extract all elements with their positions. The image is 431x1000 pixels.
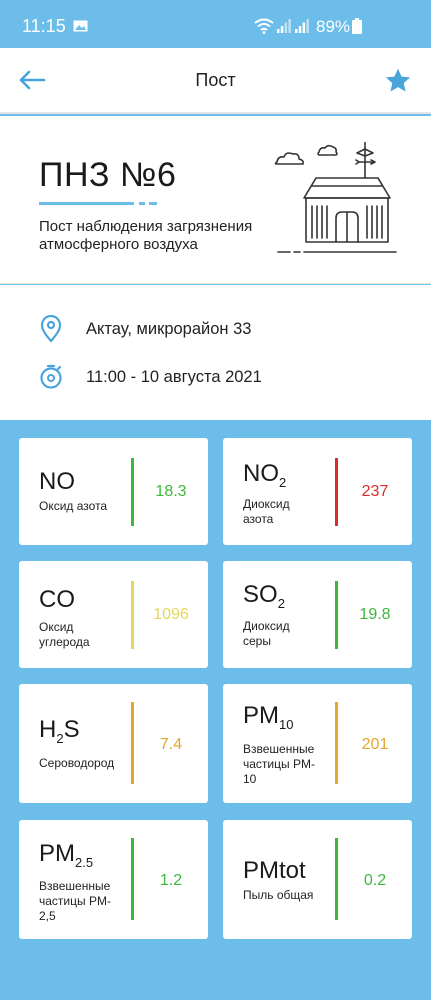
pollutant-card-co[interactable]: CO Оксид углерода 1096 [19, 561, 208, 668]
stopwatch-icon [40, 364, 62, 389]
pollutant-card-no[interactable]: NO Оксид азота 18.3 [19, 438, 208, 545]
pollutant-name: Сероводород [39, 756, 115, 770]
pollutant-formula: PMtot [243, 857, 306, 884]
location-text: Актау, микрорайон 33 [86, 320, 252, 338]
status-bar-indicator [335, 838, 338, 920]
pollutant-name: Пыль общая [243, 888, 314, 902]
page-title: Пост [195, 70, 236, 90]
location-row: Актау, микрорайон 33 [0, 307, 431, 347]
pollutant-formula: NO [39, 468, 75, 495]
pollutant-value: 201 [361, 736, 389, 753]
pollutant-card-no2[interactable]: NO2 Диоксид азота 237 [223, 438, 412, 545]
post-description: Пост наблюдения загрязнения атмосферного… [39, 218, 253, 253]
datetime-text: 11:00 - 10 августа 2021 [86, 368, 262, 386]
app-bar: Пост [0, 48, 431, 114]
status-bar-indicator [335, 702, 338, 784]
pollutant-name: Взвешенные частицы PM-10 [243, 742, 315, 786]
pollutant-value: 0.2 [363, 872, 387, 889]
post-name: ПНЗ №6 [39, 156, 177, 194]
pollutant-name: Оксид азота [39, 499, 108, 513]
star-icon[interactable] [384, 67, 412, 95]
battery-percent: 89% [316, 17, 351, 36]
pollutant-name: Взвешенные частицы PM-2,5 [39, 879, 111, 923]
location-pin-icon [40, 315, 62, 343]
pollutant-formula: CO [39, 586, 75, 613]
info-section: Актау, микрорайон 33 11:00 - 10 августа … [0, 285, 431, 420]
pollutant-value: 18.3 [155, 483, 187, 500]
pollutant-card-pmtot[interactable]: PMtot Пыль общая 0.2 [223, 820, 412, 939]
status-bar-indicator [131, 702, 134, 784]
pollutant-formula: H2S [39, 716, 80, 746]
pollutant-name: Оксид углерода [39, 620, 90, 649]
status-bar-indicator [131, 838, 134, 920]
pollutant-card-pm10[interactable]: PM10 Взвешенные частицы PM-10 201 [223, 684, 412, 803]
signal-icon [295, 19, 309, 33]
status-time: 11:15 [22, 16, 66, 36]
status-bar-indicator [335, 581, 338, 649]
battery-icon [352, 18, 362, 34]
pollutant-value: 1096 [153, 606, 189, 623]
pollutant-name: Диоксид азота [243, 497, 290, 526]
pollutant-formula: SO2 [243, 581, 285, 611]
status-bar-indicator [335, 458, 338, 526]
wifi-icon [254, 18, 274, 34]
pollutant-formula: PM2.5 [39, 840, 94, 870]
title-underline [39, 202, 157, 205]
status-bar: 11:15 89% [0, 0, 431, 48]
datetime-row: 11:00 - 10 августа 2021 [0, 355, 431, 395]
pollutant-value: 1.2 [159, 872, 183, 889]
pollutant-value: 237 [361, 483, 389, 500]
weather-station-house-icon [274, 142, 397, 253]
pollutant-formula: NO2 [243, 460, 287, 490]
pollutant-card-pm25[interactable]: PM2.5 Взвешенные частицы PM-2,5 1.2 [19, 820, 208, 939]
pollutant-formula: PM10 [243, 702, 294, 732]
pollutant-value: 7.4 [159, 736, 183, 753]
pollutant-card-h2s[interactable]: H2S Сероводород 7.4 [19, 684, 208, 803]
signal-icon [277, 19, 291, 33]
pollutant-value: 19.8 [359, 606, 391, 623]
pollutant-card-so2[interactable]: SO2 Диоксид серы 19.8 [223, 561, 412, 668]
pollutant-grid: NO Оксид азота 18.3 NO2 Диоксид азота 23… [0, 420, 431, 1000]
gallery-notification-icon [73, 20, 88, 32]
pollutant-name: Диоксид серы [243, 619, 290, 648]
status-bar-indicator [131, 458, 134, 526]
post-header: ПНЗ №6 Пост наблюдения загрязнения атмос… [0, 116, 431, 284]
status-bar-indicator [131, 581, 134, 649]
